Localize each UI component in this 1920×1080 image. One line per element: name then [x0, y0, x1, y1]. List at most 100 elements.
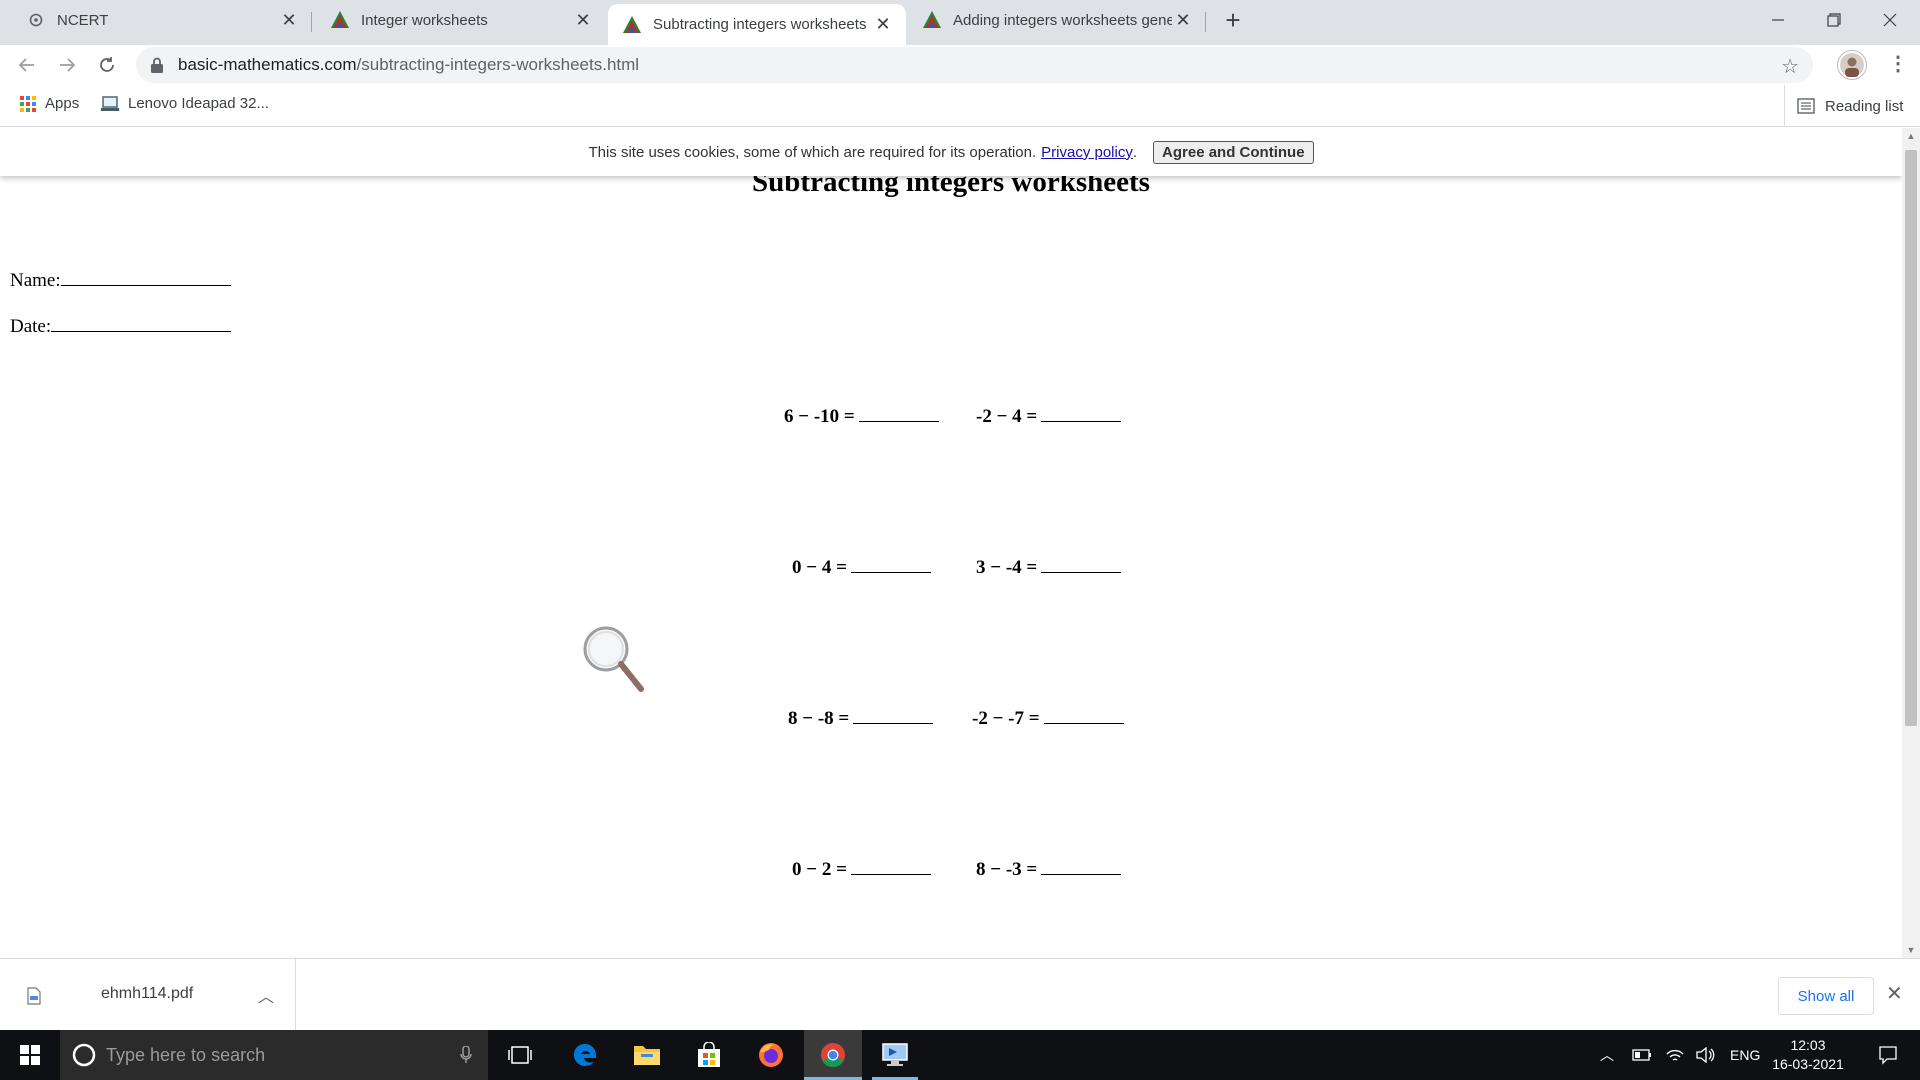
tab-separator: [311, 12, 312, 32]
tab-title: Adding integers worksheets genera: [953, 11, 1172, 29]
answer-blank: [858, 408, 939, 422]
windows-start-icon[interactable]: [0, 1030, 60, 1080]
profile-avatar[interactable]: [1838, 51, 1866, 79]
problem-text: 6 − -10 =: [784, 406, 855, 427]
bookmarks-bar: Apps Lenovo Ideapad 32... Reading list: [0, 85, 1920, 127]
url-domain: basic-mathematics.com: [178, 55, 357, 74]
close-tab-icon[interactable]: ✕: [1172, 9, 1194, 31]
laptop-icon: [101, 95, 119, 111]
browser-menu-icon[interactable]: ⋮: [1884, 51, 1912, 79]
answer-blank: [1041, 559, 1122, 573]
show-all-button[interactable]: Show all: [1778, 977, 1874, 1015]
scroll-up-icon[interactable]: ▲: [1902, 128, 1920, 144]
download-shelf: ehmh114.pdf ︿ Show all ✕: [0, 958, 1920, 1031]
scrollbar-thumb[interactable]: [1905, 150, 1917, 726]
bookmark-star-icon[interactable]: ☆: [1781, 54, 1799, 79]
problem-text: 8 − -3 =: [976, 859, 1038, 880]
tab-integer-worksheets[interactable]: Integer worksheets ✕: [316, 0, 606, 40]
problem-text: 8 − -8 =: [788, 708, 850, 729]
restore-icon[interactable]: [1806, 0, 1862, 40]
search-placeholder: Type here to search: [106, 1044, 266, 1065]
answer-blank: [850, 861, 931, 875]
wifi-icon[interactable]: [1666, 1047, 1684, 1063]
cookie-banner: This site uses cookies, some of which ar…: [0, 128, 1902, 176]
scroll-down-icon[interactable]: ▼: [1902, 942, 1920, 958]
back-icon[interactable]: [11, 49, 43, 81]
url-text: basic-mathematics.com/subtracting-intege…: [178, 55, 639, 75]
browser-toolbar: basic-mathematics.com/subtracting-intege…: [0, 45, 1920, 85]
bookmark-label: Apps: [45, 95, 80, 112]
date-blank: [51, 331, 232, 332]
name-label: Name:: [10, 270, 61, 291]
bookmark-lenovo[interactable]: Lenovo Ideapad 32...: [101, 95, 269, 112]
problem-item: 0 − 2 =: [792, 859, 931, 881]
answer-blank: [1041, 408, 1122, 422]
forward-icon[interactable]: [51, 49, 83, 81]
task-view-icon[interactable]: [496, 1030, 544, 1080]
screen: NCERT ✕ Integer worksheets ✕ Subtracting…: [0, 0, 1920, 1080]
tab-ncert[interactable]: NCERT ✕: [12, 0, 312, 40]
chevron-up-icon[interactable]: ︿: [258, 983, 274, 1007]
minimize-icon[interactable]: [1750, 0, 1806, 40]
lock-icon[interactable]: [150, 57, 164, 73]
file-explorer-icon[interactable]: [620, 1030, 674, 1080]
tab-title: NCERT: [57, 11, 109, 29]
clock[interactable]: 12:03 16-03-2021: [1762, 1036, 1854, 1074]
answer-blank: [1041, 861, 1122, 875]
close-icon[interactable]: ✕: [1886, 981, 1903, 1006]
tab-adding-integers[interactable]: Adding integers worksheets genera ✕: [908, 0, 1206, 40]
close-tab-icon[interactable]: ✕: [278, 9, 300, 31]
close-tab-icon[interactable]: ✕: [572, 9, 594, 31]
date-field: Date:: [10, 316, 232, 338]
problem-text: -2 − -7 =: [972, 708, 1040, 729]
tab-title: Integer worksheets: [361, 11, 488, 29]
problem-text: -2 − 4 =: [976, 406, 1038, 427]
name-blank: [60, 285, 231, 286]
clock-date: 16-03-2021: [1772, 1056, 1844, 1072]
system-tray: ︿ ENG: [1600, 1030, 1760, 1080]
tab-strip: NCERT ✕ Integer worksheets ✕ Subtracting…: [0, 0, 1920, 45]
url-path: /subtracting-integers-worksheets.html: [356, 55, 640, 74]
problem-item: 8 − -8 =: [788, 708, 934, 730]
reading-list-label: Reading list: [1825, 97, 1904, 115]
agree-continue-button[interactable]: Agree and Continue: [1153, 140, 1314, 164]
language-indicator[interactable]: ENG: [1730, 1047, 1760, 1063]
close-tab-icon[interactable]: ✕: [872, 14, 894, 36]
name-field: Name:: [10, 270, 231, 292]
triangle-logo-icon: [623, 15, 641, 33]
windows-taskbar: Type here to search ︿ ENG 12:03 16-03-20…: [0, 1030, 1920, 1080]
notifications-icon[interactable]: [1860, 1030, 1916, 1080]
remote-desktop-icon[interactable]: [868, 1030, 922, 1080]
vertical-scrollbar[interactable]: ▲ ▼: [1902, 128, 1920, 958]
reading-list-button[interactable]: Reading list: [1784, 85, 1903, 127]
problem-text: 3 − -4 =: [976, 557, 1038, 578]
problem-item: 8 − -3 =: [976, 859, 1122, 881]
date-label: Date:: [10, 316, 52, 337]
chrome-icon[interactable]: [804, 1030, 862, 1080]
download-item[interactable]: ehmh114.pdf ︿: [0, 959, 296, 1031]
edge-browser-icon[interactable]: [558, 1030, 612, 1080]
new-tab-button[interactable]: +: [1218, 6, 1248, 36]
privacy-policy-link[interactable]: Privacy policy: [1041, 144, 1133, 161]
store-icon[interactable]: [682, 1030, 736, 1080]
answer-blank: [1043, 710, 1124, 724]
bookmark-apps[interactable]: Apps: [20, 95, 79, 112]
reading-list-icon: [1797, 98, 1815, 114]
firefox-icon[interactable]: [744, 1030, 798, 1080]
show-hidden-icons-icon[interactable]: ︿: [1600, 1045, 1614, 1065]
bookmark-label: Lenovo Ideapad 32...: [128, 95, 269, 112]
answer-blank: [850, 559, 931, 573]
problem-text: 0 − 2 =: [792, 859, 847, 880]
address-bar[interactable]: basic-mathematics.com/subtracting-intege…: [136, 47, 1813, 83]
apps-grid-icon: [20, 95, 36, 112]
microphone-icon[interactable]: [460, 1046, 472, 1064]
reload-icon[interactable]: [91, 49, 123, 81]
volume-icon[interactable]: [1696, 1047, 1716, 1063]
tab-subtracting-integers[interactable]: Subtracting integers worksheets ✕: [608, 4, 906, 45]
close-window-icon[interactable]: [1862, 0, 1918, 40]
problem-item: -2 − 4 =: [976, 406, 1122, 428]
problem-text: 0 − 4 =: [792, 557, 847, 578]
battery-icon[interactable]: [1632, 1049, 1652, 1061]
taskbar-search[interactable]: Type here to search: [60, 1030, 488, 1080]
problem-item: 3 − -4 =: [976, 557, 1122, 579]
